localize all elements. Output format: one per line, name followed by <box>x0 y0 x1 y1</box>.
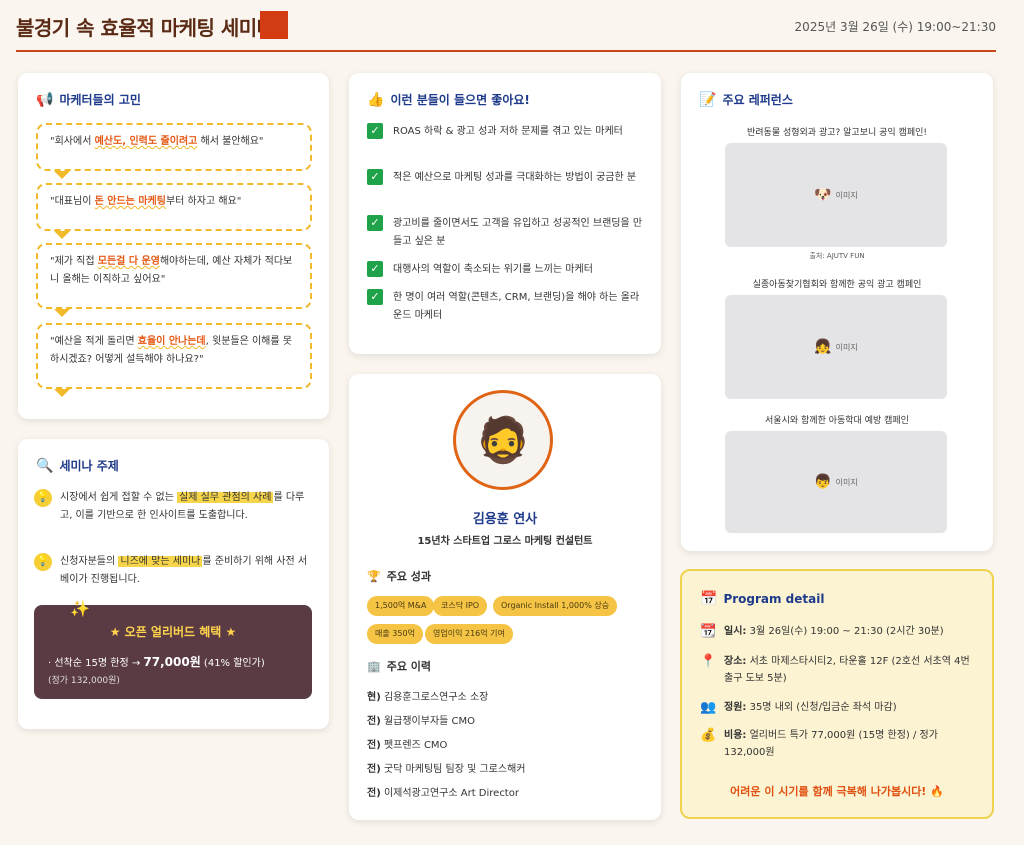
bubble-tail <box>54 309 70 317</box>
building-icon: 🏢 <box>367 659 381 673</box>
people-icon: 👥 <box>700 700 717 715</box>
speaker-card: 🧔 김용훈 연사 15년차 스타트업 그로스 마케팅 컨설턴트 🏆 주요 성과 … <box>349 374 661 820</box>
benefit-title: ★ 오픈 얼리버드 혜택 ★ <box>109 625 237 639</box>
audience-item: ✓ 한 명이 여러 역할(콘텐츠, CRM, 브랜딩)을 해야 하는 올라운드 … <box>367 289 645 325</box>
topic-title: 🔍 세미나 주제 <box>36 457 119 474</box>
sparkle-icon: ✨ <box>70 599 90 618</box>
audience-item: ✓ 대행사의 역할이 축소되는 위기를 느끼는 마케터 <box>367 261 645 279</box>
page-title: 불경기 속 효율적 마케팅 세미나 <box>16 16 275 40</box>
speaker-role: 15년차 스타트업 그로스 마케팅 컨설턴트 <box>417 536 593 547</box>
achievement-tag: 코스닥 IPO <box>433 596 488 616</box>
references-title: 📝 주요 레퍼런스 <box>699 91 793 108</box>
calendar-icon: 📅 <box>700 591 718 607</box>
reference-caption: 반려동물 성형외과 광고? 알고보니 공익 캠페인! <box>746 128 927 138</box>
bubble-tail <box>54 171 70 179</box>
checkmark-icon: ✓ <box>367 215 383 231</box>
concern-bubble-4: "예산을 적게 돌리면 효율이 안나는데, 윗분들은 이해를 못하시겠죠? 어떻… <box>36 323 312 389</box>
reference-image: 🐶 이미지 <box>725 143 947 247</box>
concern-bubble-2: "대표님이 돈 안드는 마케팅부터 하자고 해요" <box>36 183 312 231</box>
man-face-icon: 🧔 <box>475 415 531 466</box>
checkmark-icon: ✓ <box>367 123 383 139</box>
checkmark-icon: ✓ <box>367 289 383 305</box>
career-item: 현) 김용훈그로스연구소 소장 <box>367 692 489 703</box>
concerns-card: 📢 마케터들의 고민 "회사에서 예산도, 인력도 줄이려고 해서 불안해요" … <box>18 73 329 419</box>
reference-source: 출처: AJUTV FUN <box>809 252 865 260</box>
trophy-icon: 🏆 <box>367 569 381 583</box>
reference-image: 👧 이미지 <box>725 295 947 399</box>
money-bag-icon: 💰 <box>700 728 717 743</box>
achievement-tag: Organic Install 1,000% 상승 <box>493 596 618 616</box>
checkmark-icon: ✓ <box>367 261 383 277</box>
topic-item-1: 💡 시장에서 쉽게 접할 수 없는 실제 실무 관점의 사례 를 다루고, 이를 … <box>34 489 314 525</box>
event-date: 2025년 3월 26일 (수) 19:00~21:30 <box>794 20 996 34</box>
child-icon: 👧 <box>814 339 832 355</box>
program-fee: 💰 비용: 얼리버드 특가 77,000원 (15명 한정) / 정가 132,… <box>700 728 938 758</box>
audience-card: 👍 이런 분들이 들으면 좋아요! ✓ ROAS 하락 & 광고 성과 저하 문… <box>349 73 661 354</box>
achievement-tag: 영업이익 216억 기여 <box>425 624 513 644</box>
dog-icon: 🐶 <box>814 187 832 203</box>
achievements-heading: 🏆 주요 성과 <box>367 569 432 584</box>
program-capacity: 👥 정원: 35명 내외 (신청/입금순 좌석 마감) <box>700 700 897 715</box>
audience-item: ✓ 광고비를 줄이면서도 고객을 유입하고 성공적인 브랜딩을 만들고 싶은 분 <box>367 215 645 251</box>
career-item: 전) 이제석광고연구소 Art Director <box>367 788 519 799</box>
topic-item-2: 💡 신청자분들의 니즈에 맞는 세미나 를 준비하기 위해 사전 서베이가 진행됩… <box>34 553 314 589</box>
program-location: 📍 장소: 서초 마제스타시티2, 타운홀 12F (2호선 서초역 4번 출구… <box>700 654 970 684</box>
early-bird-benefit-box: ✨ ★ 오픈 얼리버드 혜택 ★ · 선착순 15명 한정 → 77,000원 … <box>34 599 312 699</box>
kid-icon: 👦 <box>814 474 832 490</box>
program-title: 📅 Program detail <box>700 591 825 607</box>
program-detail-card: 📅 Program detail 📆 일시: 3월 26일(수) 19:00 ~… <box>680 569 994 819</box>
topic-card: 🔍 세미나 주제 💡 시장에서 쉽게 접할 수 없는 실제 실무 관점의 사례 를… <box>18 439 329 729</box>
concern-bubble-3: "제가 직접 모든걸 다 운영해야하는데, 예산 자체가 적다보니 올해는 이직… <box>36 243 312 309</box>
title-decoration-square <box>260 11 288 39</box>
megaphone-icon: 📢 <box>36 91 54 108</box>
page-header: 불경기 속 효율적 마케팅 세미나 2025년 3월 26일 (수) 19:00… <box>16 0 996 52</box>
speaker-name: 김용훈 연사 <box>472 512 538 527</box>
career-item: 전) 펫프렌즈 CMO <box>367 740 448 751</box>
audience-item: ✓ ROAS 하락 & 광고 성과 저하 문제를 겪고 있는 마케터 <box>367 123 645 141</box>
concern-bubble-1: "회사에서 예산도, 인력도 줄이려고 해서 불안해요" <box>36 123 312 171</box>
calendar-icon: 📆 <box>700 624 717 639</box>
lightbulb-icon: 💡 <box>34 489 52 507</box>
audience-title: 👍 이런 분들이 들으면 좋아요! <box>367 91 530 108</box>
program-footer-slogan: 어려운 이 시기를 함께 극복해 나가봅시다! 🔥 <box>730 785 944 798</box>
program-date: 📆 일시: 3월 26일(수) 19:00 ~ 21:30 (2시간 30분) <box>700 624 944 639</box>
benefit-line: · 선착순 15명 한정 → 77,000원 (41% 할인가) <box>48 655 265 669</box>
lightbulb-icon: 💡 <box>34 553 52 571</box>
speaker-avatar: 🧔 <box>453 390 553 490</box>
benefit-regular-price: (정가 132,000원) <box>48 676 120 686</box>
audience-item: ✓ 적은 예산으로 마케팅 성과를 극대화하는 방법이 궁금한 분 <box>367 169 645 187</box>
career-heading: 🏢 주요 이력 <box>367 659 432 674</box>
pin-icon: 📍 <box>700 654 717 669</box>
achievement-tag: 1,500억 M&A <box>367 596 435 616</box>
reference-caption: 서울시와 함께한 아동학대 예방 캠페인 <box>765 416 909 426</box>
career-item: 전) 월급쟁이부자들 CMO <box>367 716 476 727</box>
thumbs-up-icon: 👍 <box>367 91 385 108</box>
career-item: 전) 굿닥 마케팅팀 팀장 및 그로스해커 <box>367 764 526 775</box>
magnifier-icon: 🔍 <box>36 457 54 474</box>
concerns-title: 📢 마케터들의 고민 <box>36 91 141 108</box>
memo-icon: 📝 <box>699 91 717 108</box>
bubble-tail <box>54 389 70 397</box>
references-card: 📝 주요 레퍼런스 반려동물 성형외과 광고? 알고보니 공익 캠페인! 🐶 이미… <box>681 73 993 551</box>
reference-image: 👦 이미지 <box>725 431 947 533</box>
reference-caption: 실종아동찾기협회와 함께한 공익 광고 캠페인 <box>752 280 922 290</box>
bubble-tail <box>54 231 70 239</box>
achievement-tag: 매출 350억 <box>367 624 423 644</box>
checkmark-icon: ✓ <box>367 169 383 185</box>
